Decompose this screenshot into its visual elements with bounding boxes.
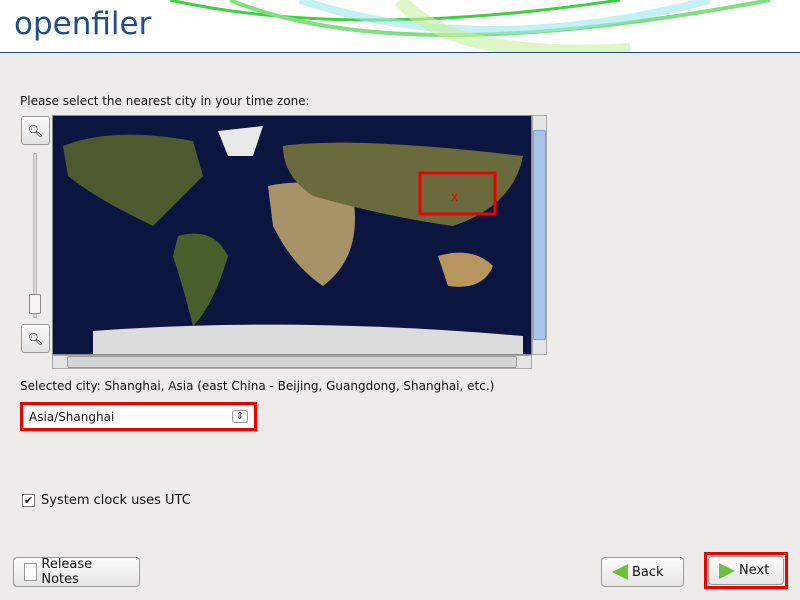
timezone-select-value: Asia/Shanghai: [29, 409, 115, 424]
back-button[interactable]: Back: [601, 557, 684, 587]
selected-city-label: Selected city: Shanghai, Asia (east Chin…: [20, 379, 495, 393]
zoom-in-button[interactable]: 🔍︎: [21, 116, 50, 145]
zoom-slider-handle[interactable]: [29, 294, 41, 314]
zoom-in-icon: 🔍︎: [27, 123, 44, 138]
utc-checkbox[interactable]: ✔ System clock uses UTC: [22, 493, 191, 508]
zoom-out-icon: 🔍︎: [27, 331, 44, 346]
release-notes-label: Release Notes: [41, 557, 93, 587]
next-button[interactable]: Next: [708, 556, 784, 585]
world-map[interactable]: x: [52, 115, 532, 355]
next-arrow-icon: [719, 562, 735, 579]
timezone-prompt: Please select the nearest city in your t…: [20, 94, 310, 108]
document-icon: [24, 563, 38, 581]
next-label: Next: [739, 563, 770, 578]
selected-city-marker: x: [451, 190, 458, 204]
banner-swoosh: [169, 0, 771, 53]
checkbox-checked-icon[interactable]: ✔: [22, 494, 35, 507]
openfiler-logo: openfiler: [14, 6, 152, 42]
header-bar: [0, 52, 800, 53]
updown-chevron-icon: ⇕: [231, 410, 248, 423]
map-vertical-scroll-thumb[interactable]: [533, 130, 546, 340]
release-notes-button[interactable]: Release Notes: [13, 557, 140, 587]
timezone-select[interactable]: Asia/Shanghai ⇕: [20, 402, 257, 431]
back-label: Back: [632, 564, 664, 580]
zoom-out-button[interactable]: 🔍︎: [21, 324, 50, 353]
utc-checkbox-label: System clock uses UTC: [41, 493, 191, 508]
world-map-image: x: [63, 126, 523, 354]
back-arrow-icon: [612, 564, 628, 580]
header-banner: openfiler: [0, 0, 800, 53]
map-horizontal-scroll-thumb[interactable]: [67, 356, 517, 368]
